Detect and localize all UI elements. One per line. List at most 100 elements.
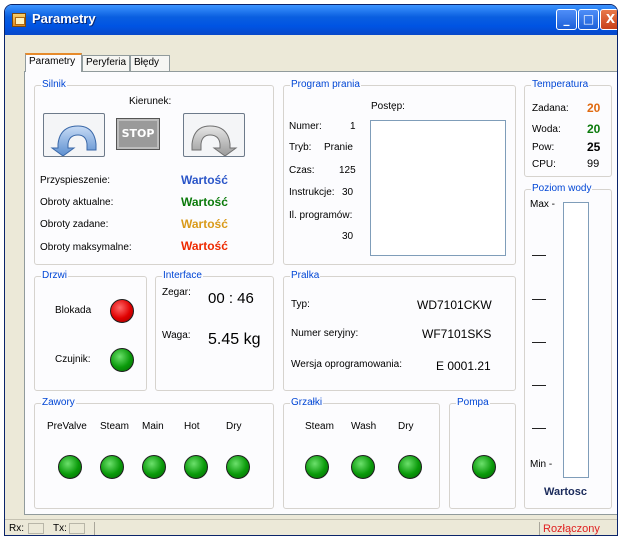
temperatura-title: Temperatura: [531, 79, 590, 90]
zawor-label-dry: Dry: [226, 421, 242, 432]
tab-peryferia[interactable]: Peryferia: [82, 55, 130, 71]
pompa-title: Pompa: [456, 397, 490, 408]
program-prania-group: Program prania Postęp: Numer: 1 Tryb: Pr…: [283, 79, 516, 265]
firmware-value: E 0001.21: [436, 359, 491, 373]
waga-label: Waga:: [162, 330, 191, 341]
zegar-label: Zegar:: [162, 287, 191, 298]
min-label: Min -: [530, 459, 553, 470]
level-tick: [532, 255, 546, 256]
zegar-value: 00 : 46: [208, 290, 254, 307]
pralka-group: Pralka Typ: WD7101CKW Numer seryjny: WF7…: [283, 270, 516, 391]
silnik-group: Silnik Kierunek: STOP Przyspieszenie: Wa…: [34, 79, 274, 265]
grzalka-label-steam: Steam: [305, 421, 334, 432]
zawor-indicator-dry: [226, 455, 250, 479]
czas-value: 125: [339, 165, 356, 176]
zawor-label-prevalve: PreValve: [47, 421, 87, 432]
numer-label: Numer:: [289, 121, 322, 132]
blokada-indicator: [110, 299, 134, 323]
instrukcje-label: Instrukcje:: [289, 187, 335, 198]
rotate-left-button[interactable]: [43, 113, 105, 157]
silnik-title: Silnik: [41, 79, 67, 90]
water-level-bar: [563, 202, 589, 478]
minimize-button[interactable]: _: [556, 9, 577, 30]
czujnik-label: Czujnik:: [55, 354, 91, 365]
obroty-maksymalne-label: Obroty maksymalne:: [40, 242, 132, 253]
rotate-right-button[interactable]: [183, 113, 245, 157]
woda-value: 20: [587, 122, 601, 136]
cpu-value: 99: [587, 158, 600, 170]
zawor-indicator-main: [142, 455, 166, 479]
maximize-button[interactable]: □: [578, 9, 599, 30]
zawor-label-hot: Hot: [184, 421, 200, 432]
pow-value: 25: [587, 140, 601, 154]
pompa-group: Pompa: [449, 397, 516, 509]
zawory-group: Zawory PreValve Steam Main Hot Dry: [34, 397, 274, 509]
poziom-wody-title: Poziom wody: [531, 183, 593, 194]
waga-value: 5.45 kg: [208, 331, 261, 348]
status-bar: Rx: Tx: Rozłączony: [5, 519, 617, 535]
rx-label: Rx:: [9, 523, 24, 534]
window-title: Parametry: [32, 11, 96, 26]
level-tick: [532, 385, 546, 386]
grzalka-indicator-dry: [398, 455, 422, 479]
obroty-aktualne-value: Wartość: [181, 195, 228, 209]
zawor-indicator-steam: [100, 455, 124, 479]
obroty-maksymalne-value: Wartość: [181, 239, 228, 253]
grzalka-indicator-steam: [305, 455, 329, 479]
interface-title: Interface: [162, 270, 203, 281]
app-icon: [12, 13, 26, 27]
grzalka-indicator-wash: [351, 455, 375, 479]
max-label: Max -: [530, 199, 555, 210]
pralka-title: Pralka: [290, 270, 321, 281]
firmware-label: Wersja oprogramowania:: [291, 359, 402, 370]
tab-parametry[interactable]: Parametry: [25, 53, 82, 72]
postep-label: Postęp:: [371, 101, 405, 112]
grzalki-title: Grzałki: [290, 397, 324, 408]
przyspieszenie-value: Wartość: [181, 173, 228, 187]
program-prania-title: Program prania: [290, 79, 361, 90]
tab-panel-parametry: Silnik Kierunek: STOP Przyspieszenie: Wa…: [24, 71, 617, 515]
serial-label: Numer seryjny:: [291, 328, 359, 339]
drzwi-title: Drzwi: [41, 270, 68, 281]
zawor-indicator-prevalve: [58, 455, 82, 479]
stop-button[interactable]: STOP: [116, 118, 160, 150]
temperatura-group: Temperatura Zadana: 20 Woda: 20 Pow: 25 …: [524, 79, 612, 177]
tryb-value: Pranie: [324, 142, 353, 153]
typ-label: Typ:: [291, 299, 310, 310]
zawory-title: Zawory: [41, 397, 76, 408]
blokada-label: Blokada: [55, 305, 92, 316]
grzalka-label-dry: Dry: [398, 421, 414, 432]
przyspieszenie-label: Przyspieszenie:: [40, 175, 111, 186]
rotate-right-icon: [191, 125, 238, 157]
obroty-aktualne-label: Obroty aktualne:: [40, 197, 114, 208]
zawor-label-steam: Steam: [100, 421, 129, 432]
water-level-value: Wartosc: [544, 486, 587, 498]
programow-value: 30: [342, 231, 354, 242]
direction-label: Kierunek:: [129, 96, 172, 107]
status-separator: [539, 522, 540, 535]
obroty-zadane-value: Wartość: [181, 217, 228, 231]
close-button[interactable]: X: [600, 9, 617, 30]
zadana-value: 20: [587, 101, 601, 115]
rx-indicator: [28, 523, 44, 534]
title-bar[interactable]: Parametry _ □ X: [5, 5, 617, 35]
pow-label: Pow:: [532, 142, 555, 153]
tab-bledy[interactable]: Błędy: [130, 55, 170, 71]
programow-label: Il. programów:: [289, 210, 353, 221]
drzwi-group: Drzwi Blokada Czujnik:: [34, 270, 147, 391]
obroty-zadane-label: Obroty zadane:: [40, 219, 109, 230]
grzalki-group: Grzałki Steam Wash Dry: [283, 397, 440, 509]
grzalka-label-wash: Wash: [351, 421, 377, 432]
czas-label: Czas:: [289, 165, 315, 176]
tryb-label: Tryb:: [289, 142, 312, 153]
zawor-label-main: Main: [142, 421, 164, 432]
connection-status: Rozłączony: [543, 523, 600, 535]
postep-list[interactable]: [370, 120, 506, 256]
level-tick: [532, 342, 546, 343]
typ-value: WD7101CKW: [417, 298, 492, 312]
instrukcje-value: 30: [342, 187, 354, 198]
status-separator: [94, 522, 95, 535]
cpu-label: CPU:: [532, 159, 556, 170]
zawor-indicator-hot: [184, 455, 208, 479]
serial-value: WF7101SKS: [422, 327, 492, 341]
